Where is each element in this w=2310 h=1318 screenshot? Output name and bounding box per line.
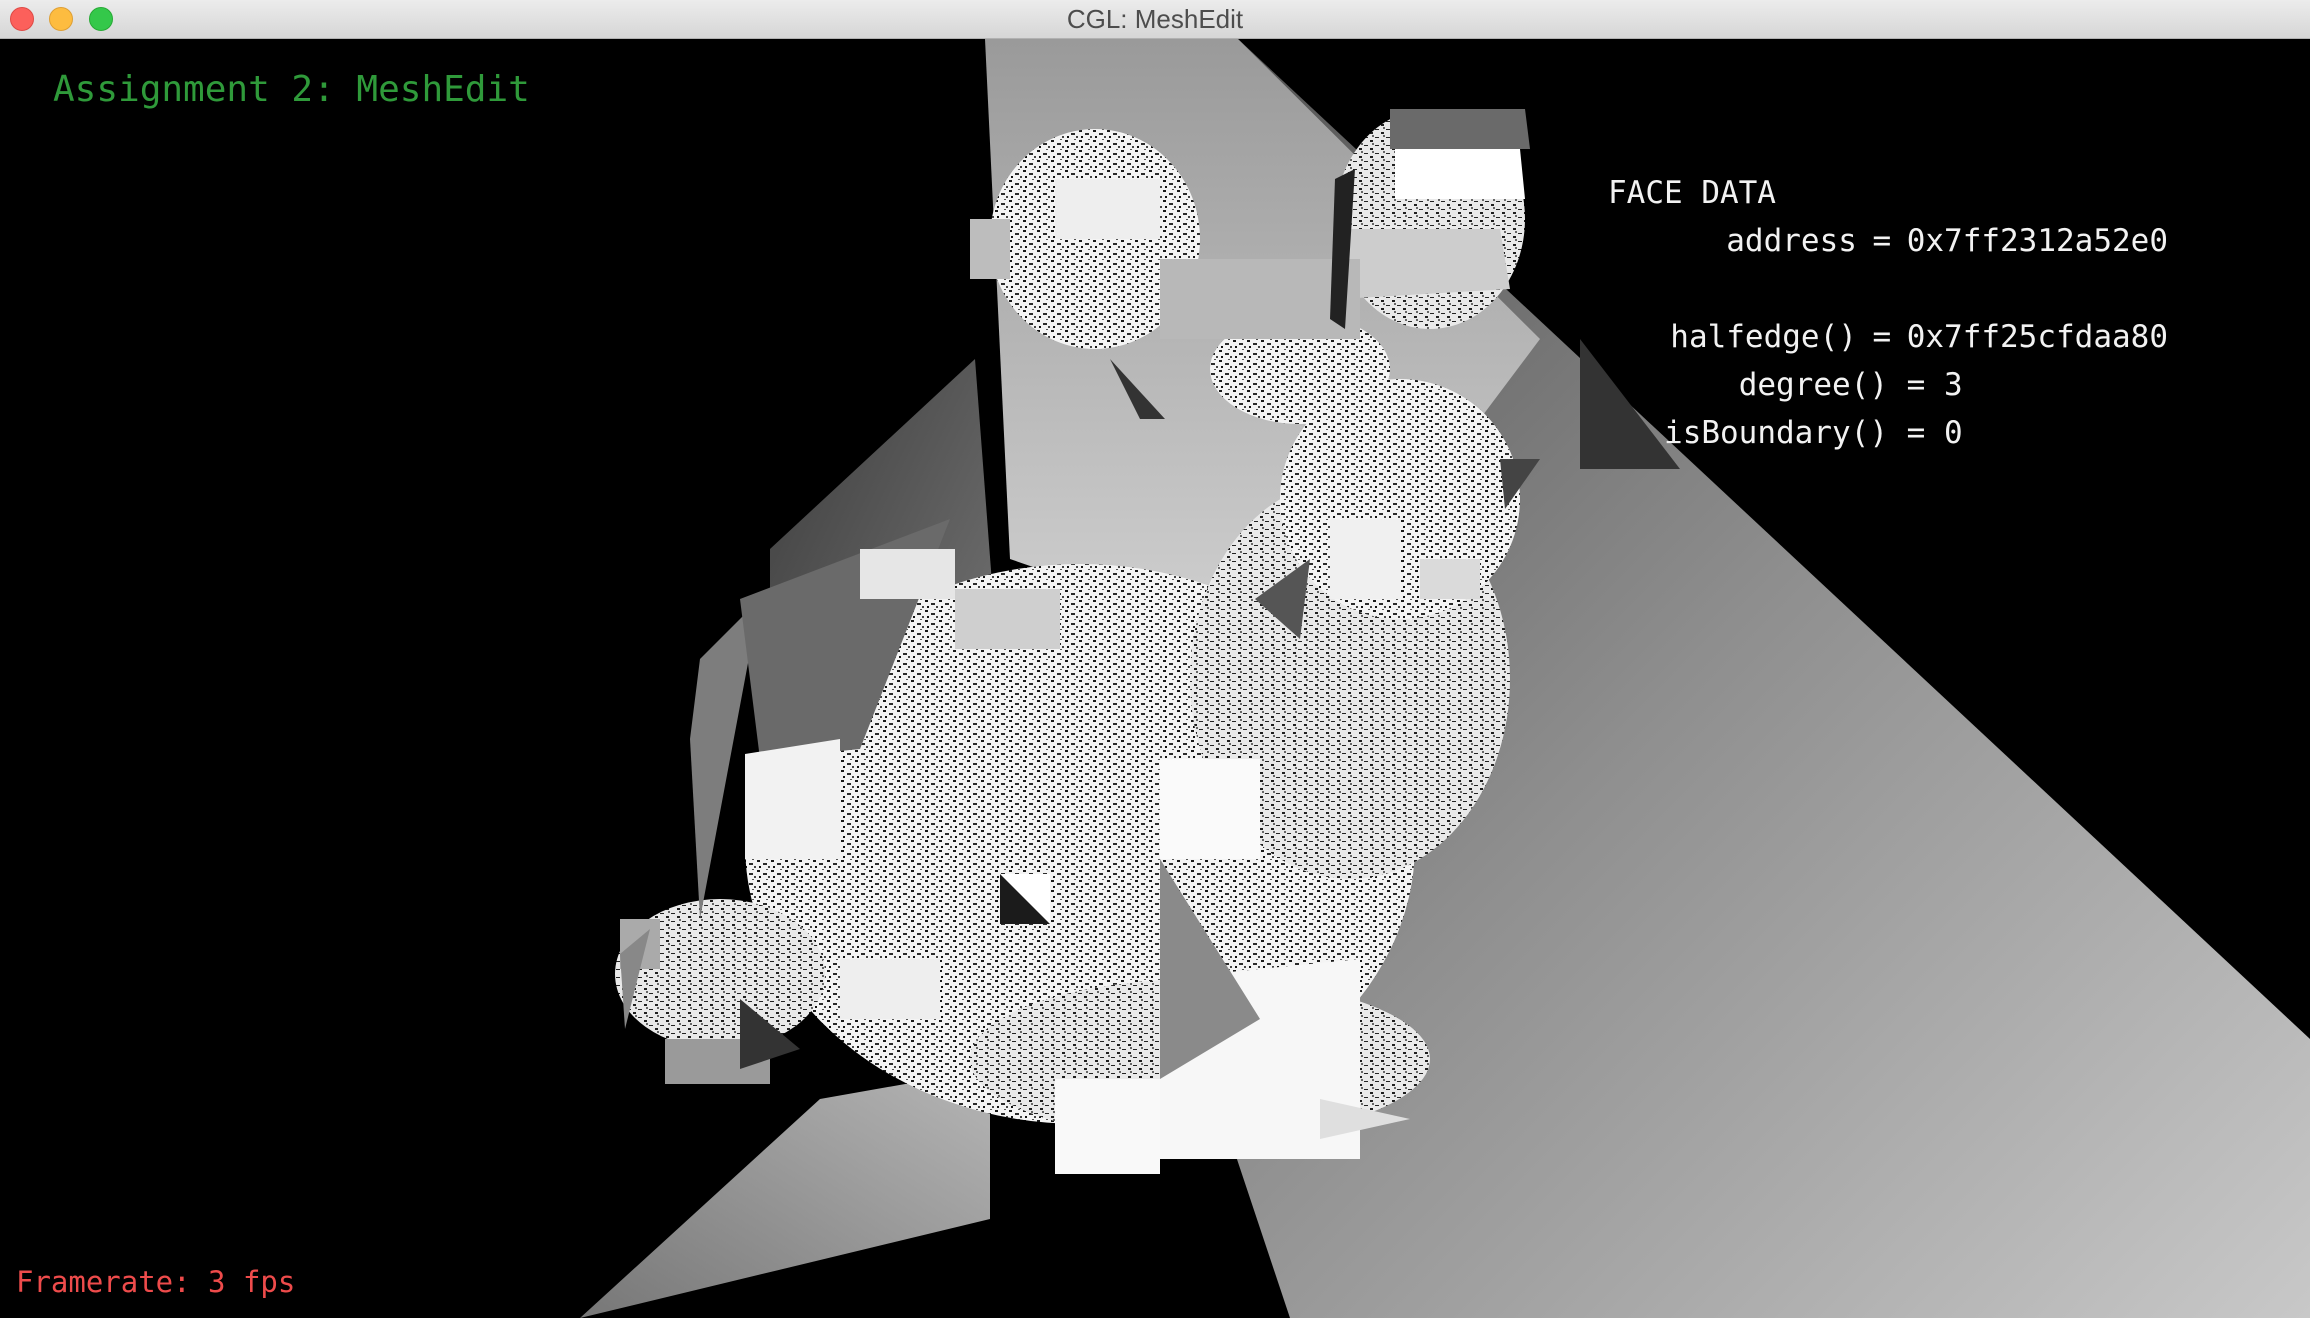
face-data-value: 0	[1944, 415, 1963, 451]
equals-sign: =	[1906, 415, 1926, 451]
face-data-row-degree: degree() = 3	[1608, 361, 2168, 409]
framerate-readout: Framerate: 3 fps	[16, 1265, 296, 1299]
equals-sign: =	[1872, 223, 1892, 259]
mesh-face-large	[580, 1069, 990, 1318]
face-data-row-is-boundary: isBoundary() = 0	[1608, 409, 2168, 457]
assignment-title: Assignment 2: MeshEdit	[53, 69, 530, 110]
equals-sign: =	[1872, 319, 1892, 355]
window-titlebar[interactable]: CGL: MeshEdit	[0, 0, 2310, 39]
face-data-value: 3	[1944, 367, 1963, 403]
face-data-panel: FACE DATA address = 0x7ff2312a52e0 halfe…	[1608, 169, 2168, 457]
face-data-key: halfedge()	[1670, 319, 1857, 355]
face-data-row-address: address = 0x7ff2312a52e0	[1608, 217, 2168, 265]
equals-sign: =	[1906, 367, 1926, 403]
face-data-row-halfedge: halfedge() = 0x7ff25cfdaa80	[1608, 313, 2168, 361]
face-data-value: 0x7ff25cfdaa80	[1906, 319, 2168, 355]
face-data-heading: FACE DATA	[1608, 175, 1776, 211]
face-data-key: address	[1726, 223, 1857, 259]
face-data-key: degree()	[1738, 367, 1888, 403]
face-data-key: isBoundary()	[1664, 415, 1888, 451]
window-title: CGL: MeshEdit	[1066, 4, 1244, 34]
face-data-value: 0x7ff2312a52e0	[1906, 223, 2168, 259]
mesh-viewport[interactable]: Assignment 2: MeshEdit FACE DATA address…	[0, 39, 2310, 1318]
